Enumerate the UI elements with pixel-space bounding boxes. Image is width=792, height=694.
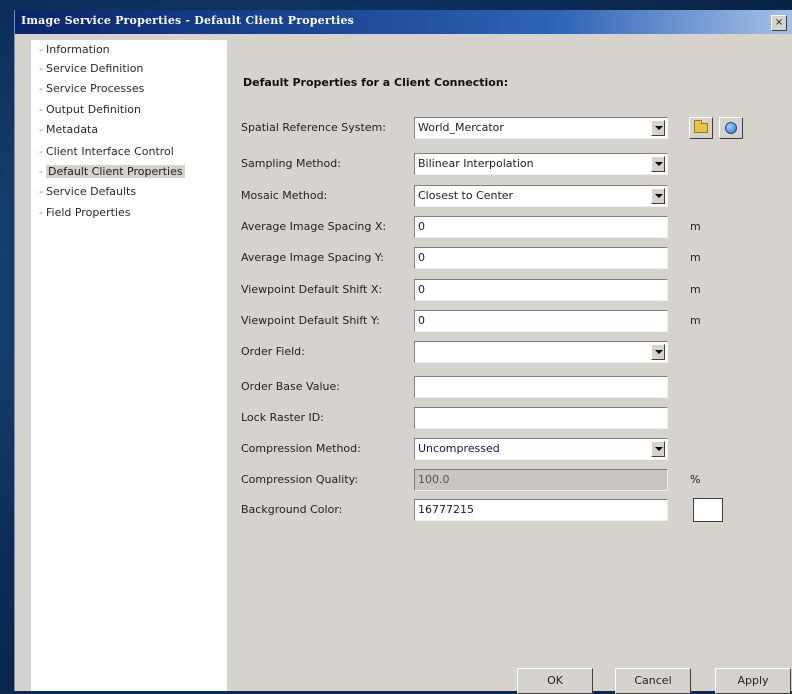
nav-item-default-client-properties[interactable]: - Default Client Properties: [39, 164, 185, 180]
avg-spacing-y-label: Average Image Spacing Y:: [241, 251, 384, 264]
title-bar[interactable]: Image Service Properties - Default Clien…: [15, 10, 792, 34]
spatial-reference-label: Spatial Reference System:: [241, 121, 386, 134]
nav-item-service-definition[interactable]: - Service Definition: [39, 61, 143, 77]
avg-spacing-x-label: Average Image Spacing X:: [241, 220, 387, 233]
nav-item-label: Metadata: [45, 123, 99, 136]
sampling-method-select[interactable]: Bilinear Interpolation: [414, 153, 668, 175]
order-field-select[interactable]: [414, 341, 668, 363]
cancel-button[interactable]: Cancel: [615, 668, 691, 694]
chevron-down-icon[interactable]: [651, 188, 665, 204]
viewpoint-shift-y-unit: m: [690, 314, 701, 327]
nav-item-service-defaults[interactable]: - Service Defaults: [39, 184, 136, 200]
nav-item-label: Client Interface Control: [45, 145, 174, 158]
properties-dialog: Image Service Properties - Default Clien…: [14, 10, 792, 694]
chevron-down-icon[interactable]: [651, 156, 665, 172]
viewpoint-shift-x-unit: m: [690, 283, 701, 296]
lock-raster-id-input[interactable]: [414, 407, 668, 429]
spatial-reference-value: World_Mercator: [418, 121, 504, 134]
nav-item-label: Field Properties: [45, 206, 131, 219]
sampling-method-label: Sampling Method:: [241, 157, 341, 170]
folder-icon: [694, 120, 708, 133]
apply-button[interactable]: Apply: [715, 668, 791, 694]
properties-panel: Default Properties for a Client Connecti…: [241, 40, 792, 694]
section-heading: Default Properties for a Client Connecti…: [243, 76, 509, 89]
ok-button[interactable]: OK: [517, 668, 593, 694]
compression-quality-unit: %: [690, 473, 701, 486]
nav-item-field-properties[interactable]: - Field Properties: [39, 205, 130, 221]
avg-spacing-y-input[interactable]: 0: [414, 247, 668, 269]
nav-item-label: Information: [45, 43, 110, 56]
nav-item-label: Service Definition: [45, 62, 144, 75]
order-field-label: Order Field:: [241, 345, 305, 358]
viewpoint-shift-x-label: Viewpoint Default Shift X:: [241, 283, 383, 296]
globe-icon: [725, 122, 737, 134]
compression-method-label: Compression Method:: [241, 442, 361, 455]
globe-button[interactable]: [719, 117, 743, 139]
nav-item-output-definition[interactable]: - Output Definition: [39, 102, 141, 118]
nav-item-metadata[interactable]: - Metadata: [39, 122, 98, 138]
nav-item-label: Service Processes: [45, 82, 145, 95]
sampling-method-value: Bilinear Interpolation: [418, 157, 534, 170]
mosaic-method-select[interactable]: Closest to Center: [414, 185, 668, 207]
chevron-down-icon[interactable]: [651, 344, 665, 360]
compression-method-select[interactable]: Uncompressed: [414, 438, 668, 460]
spatial-reference-select[interactable]: World_Mercator: [414, 117, 668, 139]
lock-raster-id-label: Lock Raster ID:: [241, 411, 324, 424]
compression-method-value: Uncompressed: [418, 442, 500, 455]
close-button[interactable]: ×: [771, 15, 787, 31]
open-folder-button[interactable]: [689, 117, 713, 139]
compression-quality-input: 100.0: [414, 469, 668, 491]
background-color-input[interactable]: 16777215: [414, 499, 668, 521]
avg-spacing-y-unit: m: [690, 251, 701, 264]
compression-quality-label: Compression Quality:: [241, 473, 359, 486]
nav-item-label: Default Client Properties: [45, 165, 185, 178]
nav-item-label: Output Definition: [45, 103, 141, 116]
nav-item-service-processes[interactable]: - Service Processes: [39, 81, 144, 97]
order-base-value-input[interactable]: [414, 376, 668, 398]
viewpoint-shift-y-label: Viewpoint Default Shift Y:: [241, 314, 380, 327]
mosaic-method-value: Closest to Center: [418, 189, 514, 202]
avg-spacing-x-unit: m: [690, 220, 701, 233]
nav-item-label: Service Defaults: [45, 185, 137, 198]
window-title: Image Service Properties - Default Clien…: [21, 14, 355, 27]
order-base-value-label: Order Base Value:: [241, 380, 340, 393]
viewpoint-shift-y-input[interactable]: 0: [414, 310, 668, 332]
nav-panel: - Information - Service Definition - Servic…: [31, 40, 227, 691]
mosaic-method-label: Mosaic Method:: [241, 189, 328, 202]
background-color-swatch[interactable]: [693, 498, 723, 522]
background-color-label: Background Color:: [241, 503, 343, 516]
nav-item-information[interactable]: - Information: [39, 42, 110, 58]
avg-spacing-x-input[interactable]: 0: [414, 216, 668, 238]
chevron-down-icon[interactable]: [651, 120, 665, 136]
viewpoint-shift-x-input[interactable]: 0: [414, 279, 668, 301]
chevron-down-icon[interactable]: [651, 441, 665, 457]
nav-item-client-interface-control[interactable]: - Client Interface Control: [39, 144, 174, 160]
